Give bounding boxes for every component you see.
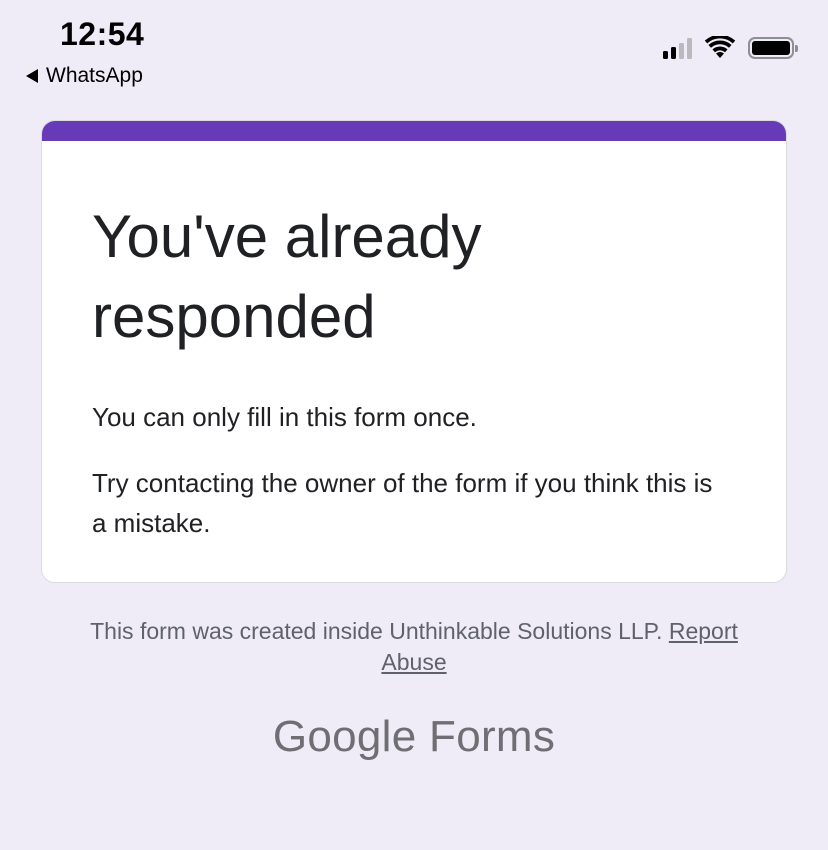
signal-icon <box>663 37 692 59</box>
footer-note: This form was created inside Unthinkable… <box>0 616 828 678</box>
card-accent-bar <box>42 121 786 141</box>
wifi-icon <box>704 36 736 58</box>
card-help-text: Try contacting the owner of the form if … <box>92 468 713 538</box>
back-app-label: WhatsApp <box>46 64 143 87</box>
google-forms-logo[interactable]: Google Forms <box>0 712 828 762</box>
status-icons <box>663 36 798 60</box>
report-abuse-link-part2[interactable]: Abuse <box>381 649 446 675</box>
already-responded-card: You've already responded You can only fi… <box>41 120 787 583</box>
footer-note-text: This form was created inside Unthinkable… <box>90 618 663 644</box>
page-title: You've already responded <box>92 203 482 350</box>
status-time: 12:54 <box>60 16 145 52</box>
report-abuse-link-part1[interactable]: Report <box>669 618 738 644</box>
back-to-app-link[interactable]: WhatsApp <box>26 64 143 88</box>
back-triangle-icon <box>26 69 38 83</box>
card-message: You can only fill in this form once. <box>92 402 477 432</box>
brand-forms: Forms <box>429 712 556 761</box>
battery-icon <box>748 37 798 59</box>
brand-google: Google <box>272 712 417 761</box>
